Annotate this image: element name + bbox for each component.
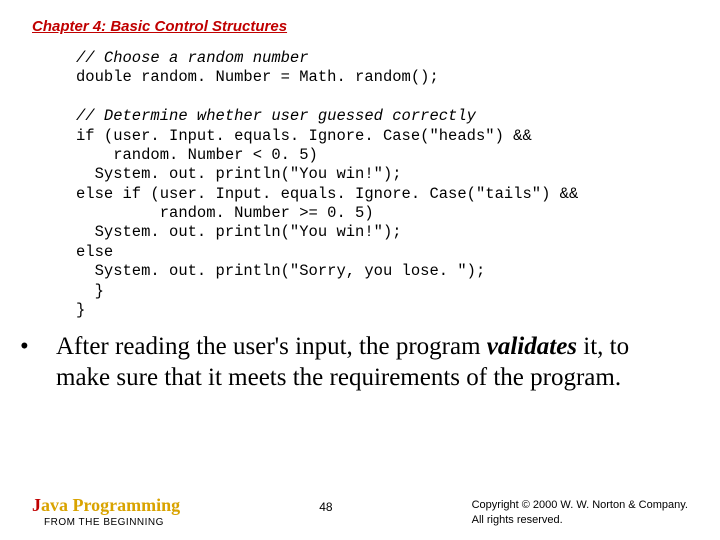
- bullet-text: •After reading the user's input, the pro…: [38, 332, 676, 393]
- code-line: System. out. println("You win!");: [76, 165, 402, 183]
- bullet-dot: •: [38, 332, 56, 363]
- code-block: // Choose a random number double random.…: [76, 49, 688, 320]
- copyright-line2: All rights reserved.: [472, 513, 688, 527]
- code-line: double random. Number = Math. random();: [76, 68, 439, 86]
- book-title-rest: ava Programming: [41, 495, 180, 515]
- copyright: Copyright © 2000 W. W. Norton & Company.…: [472, 498, 688, 527]
- book-brand: Java Programming FROM THE BEGINNING: [32, 496, 180, 528]
- code-line: else if (user. Input. equals. Ignore. Ca…: [76, 185, 578, 203]
- bullet-validates: validates: [487, 333, 577, 360]
- code-line: }: [76, 282, 104, 300]
- code-line: System. out. println("You win!");: [76, 223, 402, 241]
- slide: Chapter 4: Basic Control Structures // C…: [0, 0, 720, 540]
- copyright-line1: Copyright © 2000 W. W. Norton & Company.: [472, 498, 688, 512]
- book-title-j: J: [32, 495, 41, 515]
- code-line: System. out. println("Sorry, you lose. "…: [76, 262, 485, 280]
- footer: Java Programming FROM THE BEGINNING 48 C…: [0, 496, 720, 528]
- code-line: if (user. Input. equals. Ignore. Case("h…: [76, 127, 532, 145]
- code-line: }: [76, 301, 85, 319]
- book-title: Java Programming: [32, 496, 180, 516]
- code-line: random. Number >= 0. 5): [76, 204, 374, 222]
- page-number: 48: [319, 500, 332, 514]
- bullet-pre: After reading the user's input, the prog…: [56, 333, 487, 360]
- book-subtitle: FROM THE BEGINNING: [44, 517, 180, 528]
- chapter-title: Chapter 4: Basic Control Structures: [32, 18, 688, 35]
- code-comment: // Determine whether user guessed correc…: [76, 107, 476, 125]
- code-comment: // Choose a random number: [76, 49, 309, 67]
- code-line: random. Number < 0. 5): [76, 146, 318, 164]
- code-line: else: [76, 243, 113, 261]
